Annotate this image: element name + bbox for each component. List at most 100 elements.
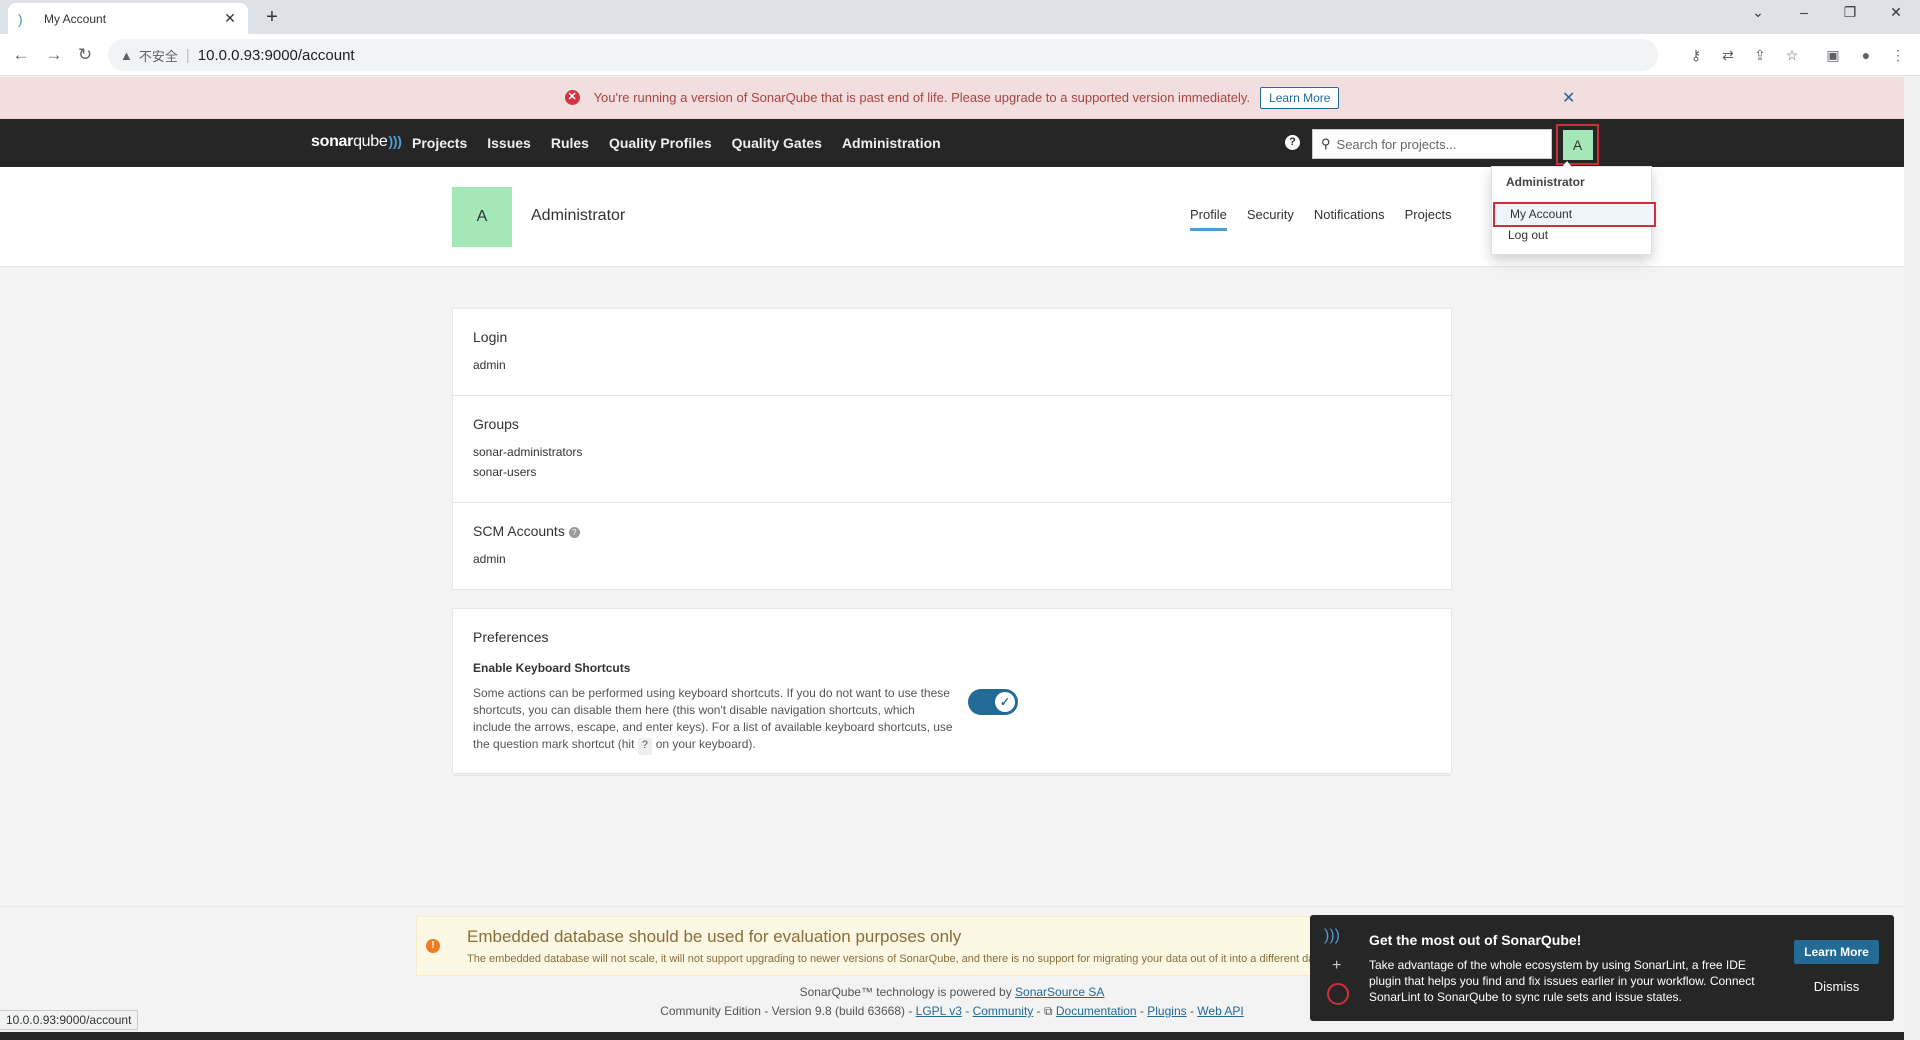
- community-link[interactable]: Community: [973, 1004, 1034, 1018]
- db-warning-title: Embedded database should be used for eva…: [467, 927, 962, 946]
- tab-security[interactable]: Security: [1247, 207, 1294, 231]
- promo-learn-more-button[interactable]: Learn More: [1794, 940, 1879, 964]
- tab-search-icon[interactable]: ⌄: [1748, 4, 1768, 21]
- profile-icon[interactable]: ●: [1856, 45, 1876, 65]
- promo-dismiss-button[interactable]: Dismiss: [1794, 979, 1879, 994]
- groups-label: Groups: [473, 416, 519, 432]
- browser-tab-bar: ) My Account ✕ + ⌄ – ❐ ✕: [0, 0, 1920, 34]
- avatar: A: [1562, 129, 1593, 160]
- user-dropdown-menu: Administrator My Account Log out: [1491, 161, 1656, 255]
- account-tabs: Profile Security Notifications Projects: [1190, 207, 1472, 231]
- check-icon: ✓: [995, 692, 1015, 712]
- nav-issues[interactable]: Issues: [487, 135, 531, 151]
- insecure-label: 不安全: [138, 48, 178, 64]
- eol-message: You're running a version of SonarQube th…: [593, 90, 1251, 105]
- browser-tab[interactable]: ) My Account ✕: [8, 3, 248, 34]
- back-icon[interactable]: ←: [10, 44, 32, 66]
- close-icon[interactable]: ✕: [1562, 88, 1575, 108]
- tab-title: My Account: [44, 11, 107, 26]
- login-section: Login admin: [453, 309, 1451, 396]
- db-warning-description: The embedded database will not scale, it…: [467, 953, 1317, 965]
- sonarlint-promotion: ))) + Get the most out of SonarQube! Tak…: [1310, 915, 1894, 1021]
- scm-value: admin: [473, 552, 506, 566]
- address-bar[interactable]: ▲ 不安全 | 10.0.0.93:9000/account: [108, 39, 1658, 71]
- license-link[interactable]: LGPL v3: [916, 1004, 962, 1018]
- promo-title: Get the most out of SonarQube!: [1369, 932, 1582, 948]
- powered-text: SonarQube™ technology is powered by: [799, 985, 1016, 999]
- group-item: sonar-users: [473, 465, 537, 479]
- preferences-section: Preferences Enable Keyboard Shortcuts So…: [453, 609, 1451, 776]
- nav-quality-profiles[interactable]: Quality Profiles: [609, 135, 712, 151]
- share-icon[interactable]: ⇪: [1750, 45, 1770, 65]
- edition-text: Community Edition - Version 9.8 (build 6…: [660, 1004, 916, 1018]
- warning-icon: ▲: [120, 47, 133, 63]
- account-avatar: A: [452, 187, 512, 247]
- menu-kebab-icon[interactable]: ⋮: [1888, 45, 1908, 65]
- minimize-icon[interactable]: –: [1794, 4, 1814, 20]
- window-close-icon[interactable]: ✕: [1886, 4, 1906, 21]
- webapi-link[interactable]: Web API: [1197, 1004, 1243, 1018]
- sonarqube-waves-icon: ))): [1324, 927, 1340, 944]
- project-search[interactable]: ⚲: [1312, 129, 1552, 159]
- help-icon[interactable]: ?: [568, 526, 580, 538]
- tab-projects[interactable]: Projects: [1405, 207, 1452, 231]
- sonarlint-icon: [1327, 983, 1349, 1005]
- scm-heading: SCM Accounts?: [473, 523, 1431, 539]
- warning-icon: !: [426, 939, 440, 953]
- search-input[interactable]: [1336, 136, 1537, 152]
- external-link-icon: ⧉: [1043, 1004, 1053, 1018]
- global-navbar: sonarqube))) Projects Issues Rules Quali…: [0, 119, 1904, 167]
- close-tab-icon[interactable]: ✕: [222, 10, 238, 27]
- page-scrollbar[interactable]: [1904, 77, 1920, 1040]
- dropdown-user-name: Administrator: [1506, 175, 1585, 189]
- plus-icon: +: [1332, 957, 1342, 974]
- tab-notifications[interactable]: Notifications: [1314, 207, 1385, 231]
- profile-card: Login admin Groups sonar-administrators …: [452, 308, 1452, 590]
- login-label: Login: [473, 329, 508, 345]
- bottom-edge: [0, 1032, 1904, 1040]
- login-value: admin: [473, 358, 506, 372]
- eol-warning-banner: ✕ You're running a version of SonarQube …: [0, 77, 1904, 119]
- preferences-card: Preferences Enable Keyboard Shortcuts So…: [452, 608, 1452, 776]
- logo-waves-icon: ))): [388, 133, 402, 149]
- shortcut-label: Enable Keyboard Shortcuts: [473, 661, 631, 675]
- logo-light: qube: [353, 133, 388, 150]
- documentation-link[interactable]: Documentation: [1056, 1004, 1137, 1018]
- shortcut-description: Some actions can be performed using keyb…: [473, 685, 953, 755]
- group-item: sonar-administrators: [473, 445, 583, 459]
- sonarqube-logo[interactable]: sonarqube))): [311, 133, 402, 151]
- scm-label: SCM Accounts: [473, 523, 565, 539]
- nav-projects[interactable]: Projects: [412, 135, 467, 151]
- restore-icon[interactable]: ❐: [1840, 4, 1860, 21]
- key-icon[interactable]: ⚷: [1686, 45, 1706, 65]
- status-bar-url: 10.0.0.93:9000/account: [0, 1010, 139, 1030]
- nav-links: Projects Issues Rules Quality Profiles Q…: [412, 119, 961, 167]
- forward-icon[interactable]: →: [43, 44, 65, 66]
- nav-rules[interactable]: Rules: [551, 135, 589, 151]
- address-separator: |: [185, 46, 190, 64]
- side-panel-icon[interactable]: ▣: [1823, 45, 1843, 65]
- nav-administration[interactable]: Administration: [842, 135, 941, 151]
- user-avatar-button[interactable]: A: [1556, 124, 1599, 165]
- bookmark-star-icon[interactable]: ☆: [1782, 45, 1802, 65]
- sonarqube-favicon-icon: ): [18, 10, 23, 27]
- keyboard-shortcuts-toggle[interactable]: ✓: [968, 689, 1018, 715]
- menu-item-my-account[interactable]: My Account: [1493, 202, 1656, 227]
- help-icon[interactable]: ?: [1285, 135, 1300, 150]
- nav-quality-gates[interactable]: Quality Gates: [732, 135, 822, 151]
- tab-profile[interactable]: Profile: [1190, 207, 1227, 231]
- reload-icon[interactable]: ↻: [74, 44, 96, 66]
- menu-item-log-out[interactable]: Log out: [1493, 225, 1656, 250]
- browser-toolbar: ← → ↻ ▲ 不安全 | 10.0.0.93:9000/account ⚷ ⇄…: [0, 34, 1920, 76]
- kbd-key: ?: [637, 738, 653, 755]
- new-tab-icon[interactable]: +: [262, 7, 282, 27]
- eol-learn-more-button[interactable]: Learn More: [1260, 86, 1340, 109]
- dropdown-caret: [1562, 161, 1572, 167]
- search-icon: ⚲: [1321, 136, 1331, 151]
- address-url: 10.0.0.93:9000/account: [197, 46, 355, 64]
- preferences-title: Preferences: [473, 629, 549, 645]
- translate-icon[interactable]: ⇄: [1718, 45, 1738, 65]
- plugins-link[interactable]: Plugins: [1147, 1004, 1186, 1018]
- sonarsource-link[interactable]: SonarSource SA: [1015, 985, 1104, 999]
- error-icon: ✕: [564, 90, 580, 105]
